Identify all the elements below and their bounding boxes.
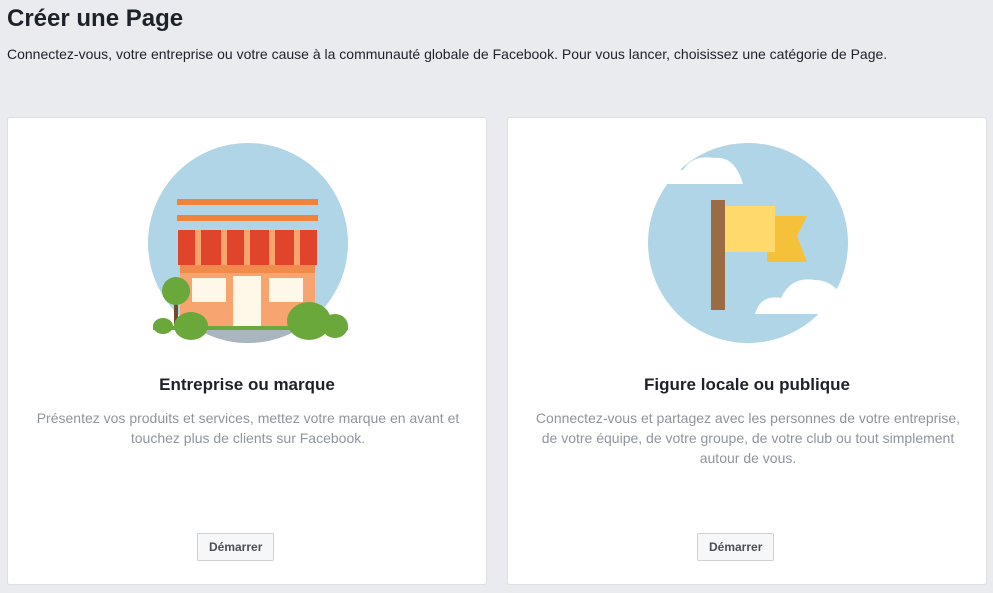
page-subtitle: Connectez-vous, votre entreprise ou votr… [7, 46, 888, 62]
start-button-business[interactable]: Démarrer [197, 533, 275, 561]
card-description: Présentez vos produits et services, mett… [36, 410, 460, 446]
flag-icon [648, 143, 851, 343]
start-button-public-figure[interactable]: Démarrer [697, 533, 775, 561]
storefront-icon [148, 143, 348, 343]
category-card-business: Entreprise ou marque Présentez vos produ… [7, 117, 487, 585]
card-description: Connectez-vous et partagez avec les pers… [535, 410, 961, 466]
card-title: Entreprise ou marque [159, 375, 335, 394]
category-card-public-figure: Figure locale ou publique Connectez-vous… [507, 117, 987, 585]
card-title: Figure locale ou publique [644, 375, 850, 394]
page-title: Créer une Page [7, 5, 184, 32]
